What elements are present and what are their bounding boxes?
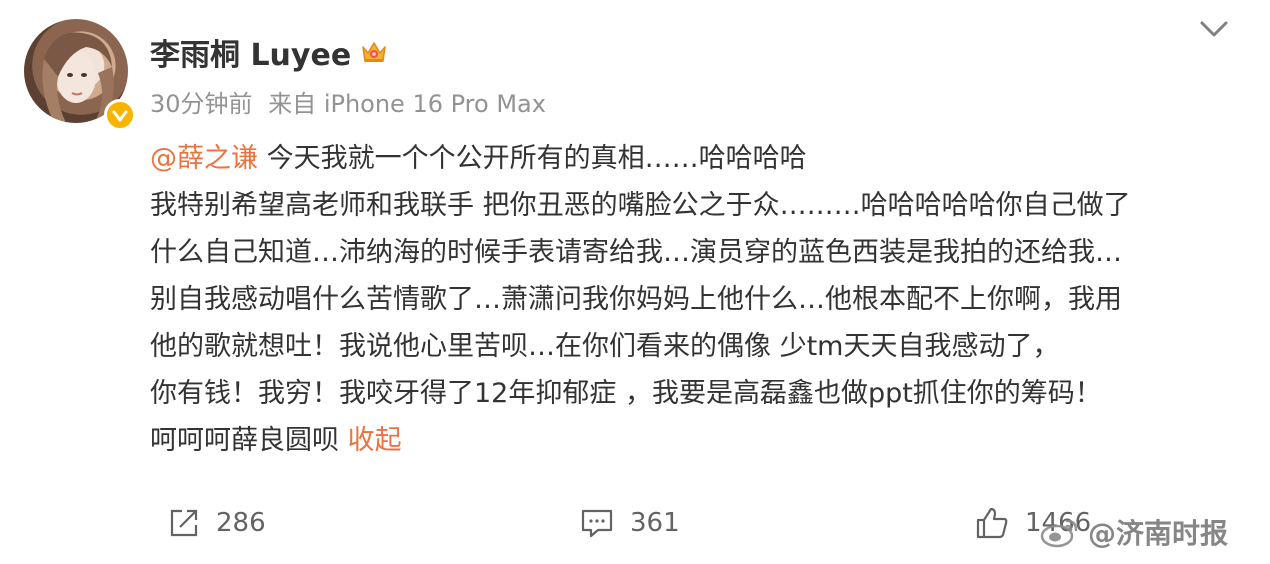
content-line: 他的歌就想吐！我说他心里苦呗…在你们看来的偶像 少tm天天自我感动了， <box>150 331 1060 362</box>
repost-button[interactable]: 286 <box>168 495 266 550</box>
content-line: 呵呵呵薛良圆呗 收起 <box>150 425 402 456</box>
thumbs-up-icon <box>976 507 1008 538</box>
post-time: 30分钟前 <box>150 90 253 118</box>
avatar[interactable] <box>24 19 136 131</box>
content-line: 什么自己知道…沛纳海的时候手表请寄给我…演员穿的蓝色西装是我拍的还给我… <box>150 237 1122 268</box>
comment-icon <box>581 509 613 537</box>
content-line: 你有钱！我穷！我咬牙得了12年抑郁症 ，我要是高磊鑫也做ppt抓住你的筹码！ <box>150 378 1102 409</box>
content-line: 我特别希望高老师和我联手 把你丑恶的嘴脸公之于众………哈哈哈哈哈你自己做了 <box>150 190 1131 221</box>
verified-badge-icon <box>104 99 136 131</box>
mention-link[interactable]: @薛之谦 <box>150 143 258 174</box>
post-content: @薛之谦 今天我就一个个公开所有的真相……哈哈哈哈 我特别希望高老师和我联手 把… <box>150 135 1230 464</box>
repost-count: 286 <box>216 507 266 538</box>
content-line: @薛之谦 今天我就一个个公开所有的真相……哈哈哈哈 <box>150 143 807 174</box>
post-meta: 30分钟前 来自 iPhone 16 Pro Max <box>150 84 546 119</box>
watermark: @济南时报 <box>1040 512 1228 552</box>
weibo-logo-icon <box>1040 519 1078 548</box>
crown-icon <box>362 42 386 62</box>
author-name[interactable]: 李雨桐 Luyee <box>150 30 351 74</box>
collapse-link[interactable]: 收起 <box>348 425 402 456</box>
content-line: 别自我感动唱什么苦情歌了…萧潇问我你妈妈上他什么…他根本配不上你啊，我用 <box>150 284 1122 315</box>
post-source: 来自 iPhone 16 Pro Max <box>268 90 546 118</box>
author-name-row: 李雨桐 Luyee <box>150 30 389 74</box>
watermark-text: @济南时报 <box>1088 517 1229 550</box>
comment-count: 361 <box>630 507 680 538</box>
repost-icon <box>170 509 198 536</box>
chevron-down-icon[interactable] <box>1198 20 1230 40</box>
comment-button[interactable]: 361 <box>580 495 680 550</box>
